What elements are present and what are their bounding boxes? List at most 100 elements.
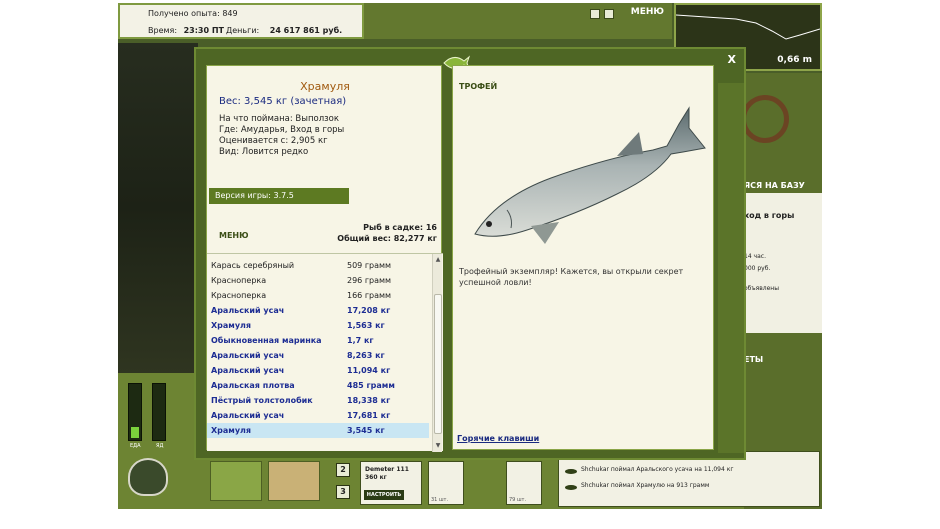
hotkeys-link[interactable]: Горячие клавиши [457,434,539,443]
feed-line-1: Shchukar поймал Аральского усача на 11,0… [581,466,734,473]
catch-fish-weight: 17,208 кг [347,306,391,315]
sound-icon[interactable] [604,9,614,19]
money-label: Деньги: [226,26,260,35]
trophy-message: Трофейный экземпляр! Кажется, вы открыли… [459,267,684,287]
food-gauge [128,383,142,441]
catch-fish-weight: 1,7 кг [347,336,374,345]
list-item[interactable]: Красноперка 166 грамм [207,288,429,303]
catch-fish-name: Пёстрый толстолобик [211,396,313,405]
trophy-label: ТРОФЕЙ [459,82,498,91]
tune-button[interactable]: НАСТРОИТЬ [364,490,404,500]
bait-line: На что поймана: Выползок [219,114,340,124]
status-bar: Получено опыта: 849 Время: 23:30 ПТ День… [118,3,364,39]
slot-2-button[interactable]: 2 [336,463,350,477]
depth-value: 0,66 m [777,55,812,65]
catch-fish-name: Аральский усач [211,351,285,360]
top-toolbar: МЕНЮ [364,3,672,39]
list-item[interactable]: Аральский усач 17,681 кг [207,408,429,423]
catch-fish-name: Аральская плотва [211,381,295,390]
ship-wheel-icon[interactable] [741,95,789,143]
catch-fish-name: Красноперка [211,276,267,285]
info-line-3: объявлены [744,285,779,292]
keepnet-count: Рыб в садке: 16 [363,223,437,232]
catch-fish-weight: 166 грамм [347,291,392,300]
scroll-down-icon[interactable]: ▼ [434,442,442,450]
main-menu-button[interactable]: МЕНЮ [631,7,664,17]
hook-count: 31 шт. [431,497,449,503]
keepnet-menu-button[interactable]: МЕНЮ [219,231,249,240]
depth-profile-graph [676,14,820,40]
trophy-panel: ТРОФЕЙ Трофейный экземпляр! Кажется, вы … [452,65,714,450]
list-item[interactable]: Обыкновенная маринка 1,7 кг [207,333,429,348]
food-gauge-fill [131,427,139,438]
catch-fish-weight: 18,338 кг [347,396,391,405]
catch-fish-name: Обыкновенная маринка [211,336,322,345]
catch-fish-weight: 509 грамм [347,261,392,270]
catch-fish-weight: 11,094 кг [347,366,391,375]
where-line: Где: Амударья, Вход в горы [219,125,345,135]
time-row: Время: 23:30 ПТ [148,26,224,35]
fish-info-panel: Храмуля Вес: 3,545 кг (зачетная) На что … [206,65,443,452]
rod-name: Demeter 111 [365,466,409,473]
list-item[interactable]: Карась серебряный 509 грамм [207,258,429,273]
rod-weight: 360 кг [365,474,387,481]
list-item[interactable]: Аральская плотва 485 грамм [207,378,429,393]
fish-icon [565,469,577,474]
money-row: Деньги: 24 617 861 руб. [226,26,342,35]
catch-list: Карась серебряный 509 грамм Красноперка 296… [207,253,443,452]
tips-title: ЕТЫ [744,355,764,364]
scrollbar[interactable]: ▲ ▼ [432,254,442,452]
list-item[interactable]: Красноперка 296 грамм [207,273,429,288]
pause-icon[interactable] [590,9,600,19]
time-value: 23:30 ПТ [183,26,224,35]
list-item[interactable]: Храмуля 3,545 кг [207,423,429,438]
bucket-icon[interactable] [268,461,320,501]
catch-fish-name: Аральский усач [211,306,285,315]
catch-fish-weight: 485 грамм [347,381,395,390]
experience-value: 849 [222,9,238,18]
experience-label: Получено опыта: [148,9,220,18]
basket-icon[interactable] [210,461,262,501]
catch-fish-name: Аральский усач [211,411,285,420]
rod-card[interactable]: Demeter 111 360 кг НАСТРОИТЬ [360,461,422,505]
catch-fish-weight: 1,563 кг [347,321,385,330]
fish-weight: Вес: 3,545 кг (зачетная) [219,96,347,107]
poison-label: ЯД [156,443,164,449]
list-item[interactable]: Аральский усач 17,208 кг [207,303,429,318]
list-item[interactable]: Аральский усач 8,263 кг [207,348,429,363]
close-button[interactable]: X [728,53,736,66]
scroll-up-icon[interactable]: ▲ [434,256,442,264]
fish-details: Храмуля Вес: 3,545 кг (зачетная) На что … [207,66,443,186]
hook-item[interactable]: 31 шт. [428,461,464,505]
catch-fish-weight: 17,681 кг [347,411,391,420]
price-line: Оценивается с: 2,905 кг [219,136,328,146]
worm-item[interactable]: 79 шт. [506,461,542,505]
info-line-1: 14 час. [744,253,766,260]
scrollbar-thumb[interactable] [434,294,442,434]
money-value: 24 617 861 руб. [269,26,343,35]
kind-line: Вид: Ловится редко [219,147,309,157]
keepnet-weight: Общий вес: 82,277 кг [337,234,437,243]
list-item[interactable]: Пёстрый толстолобик 18,338 кг [207,393,429,408]
pot-icon[interactable] [128,458,168,496]
fish-image [474,106,706,244]
list-item[interactable]: Аральский усач 11,094 кг [207,363,429,378]
worm-count: 79 шт. [509,497,527,503]
list-item[interactable]: Храмуля 1,563 кг [207,318,429,333]
fish-icon [565,485,577,490]
slot-3-button[interactable]: 3 [336,485,350,499]
catch-fish-name: Карась серебряный [211,261,295,270]
experience-row: Получено опыта: 849 [148,9,238,18]
catch-fish-name: Красноперка [211,291,267,300]
catch-fish-name: Аральский усач [211,366,285,375]
info-line-2: 000 руб. [744,265,771,272]
feed-line-2: Shchukar поймал Храмулю на 913 грамм [581,482,710,489]
catch-fish-weight: 296 грамм [347,276,392,285]
dialog-side-strip [718,83,744,453]
version-bar: Версия игры: 3.7.5 [209,188,349,204]
catch-fish-weight: 8,263 кг [347,351,385,360]
catch-fish-name: Храмуля [211,321,252,330]
fish-catch-dialog: X Храмуля Вес: 3,545 кг (зачетная) На чт… [194,47,746,460]
food-label: ЕДА [130,443,141,449]
to-base-button[interactable]: ЯСЯ НА БАЗУ [744,181,805,190]
